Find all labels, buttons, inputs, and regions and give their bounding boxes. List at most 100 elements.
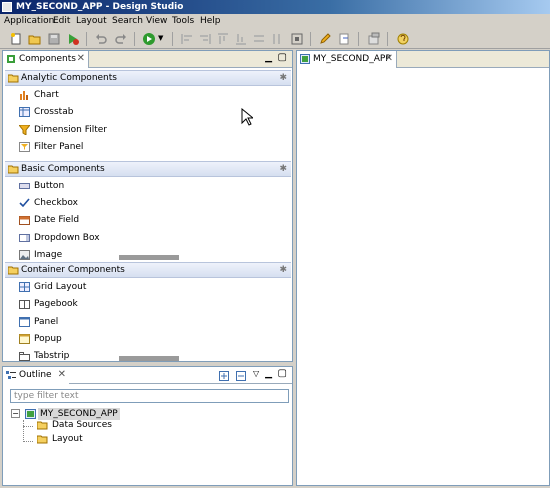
help-icon[interactable]: [396, 32, 410, 46]
close-icon[interactable]: ✕: [58, 367, 66, 383]
editor-tabbar: MY_SECOND_APP ✕: [297, 51, 549, 68]
tree-connector: [23, 420, 24, 442]
maximize-icon[interactable]: ▢: [278, 52, 287, 63]
component-crosstab[interactable]: Crosstab: [17, 104, 73, 120]
component-image[interactable]: Image: [17, 247, 62, 263]
component-label: Crosstab: [34, 107, 74, 117]
menu-layout[interactable]: Layout: [76, 16, 107, 26]
component-dropdown-box[interactable]: Dropdown Box: [17, 230, 100, 246]
component-dimension-filter[interactable]: Dimension Filter: [17, 122, 107, 138]
category-label: Analytic Components: [21, 73, 117, 83]
align-left-icon[interactable]: [180, 32, 194, 46]
components-tab-label: Components: [19, 54, 76, 64]
pin-icon[interactable]: ✱: [279, 162, 287, 177]
minimize-icon[interactable]: ▁: [265, 369, 272, 379]
category-container-components[interactable]: Container Components ✱: [5, 262, 291, 278]
component-date-field[interactable]: Date Field: [17, 212, 79, 228]
new-icon[interactable]: [9, 32, 23, 46]
menu-search[interactable]: Search: [112, 16, 143, 26]
same-height-icon[interactable]: [270, 32, 284, 46]
main-toolbar: ▼: [0, 29, 550, 49]
component-checkbox[interactable]: Checkbox: [17, 195, 78, 211]
tab-outline[interactable]: Outline ✕: [3, 367, 69, 384]
filter-icon: [19, 125, 30, 135]
minimize-icon[interactable]: ▁: [265, 53, 272, 63]
component-grid-layout[interactable]: Grid Layout: [17, 279, 86, 295]
components-tabbar: Components ✕ ▁ ▢: [3, 51, 292, 68]
component-label: Pagebook: [34, 299, 78, 309]
component-panel[interactable]: Panel: [17, 314, 58, 330]
tab-components[interactable]: Components ✕: [3, 51, 89, 68]
folder-icon: [37, 435, 48, 444]
outline-view: Outline ✕ ▽ ▁ ▢ type filter text − MY_SE…: [2, 366, 293, 486]
component-chart[interactable]: Chart: [17, 87, 59, 103]
app-icon: [2, 2, 12, 12]
category-analytic-components[interactable]: Analytic Components ✱: [5, 70, 291, 86]
canvas[interactable]: [297, 68, 549, 485]
component-label: Popup: [34, 334, 62, 344]
redo-icon[interactable]: [114, 32, 128, 46]
basic-scroll-indicator[interactable]: [119, 255, 179, 260]
component-tabstrip[interactable]: Tabstrip: [17, 348, 69, 364]
maximize-icon[interactable]: ▢: [278, 368, 287, 379]
component-button[interactable]: Button: [17, 178, 64, 194]
execute-icon[interactable]: [66, 32, 80, 46]
same-width-icon[interactable]: [252, 32, 266, 46]
component-label: Date Field: [34, 215, 80, 225]
components-icon: [7, 55, 15, 63]
toolbar-separator: [310, 32, 311, 46]
component-label: Image: [34, 250, 63, 260]
menu-edit[interactable]: Edit: [53, 16, 70, 26]
menu-help[interactable]: Help: [200, 16, 221, 26]
collapse-all-icon[interactable]: [236, 371, 246, 381]
menu-application[interactable]: Application: [4, 16, 54, 26]
component-pagebook[interactable]: Pagebook: [17, 296, 78, 312]
view-menu-icon[interactable]: ▽: [253, 369, 259, 378]
component-filter-panel[interactable]: Filter Panel: [17, 139, 83, 155]
run-icon[interactable]: [142, 32, 156, 46]
pin-icon[interactable]: ✱: [279, 263, 287, 278]
align-top-icon[interactable]: [216, 32, 230, 46]
button-icon: [19, 183, 30, 189]
menu-view[interactable]: View: [146, 16, 167, 26]
pencil-icon[interactable]: [318, 32, 332, 46]
component-label: Dropdown Box: [34, 233, 100, 243]
container-scroll-indicator[interactable]: [119, 356, 179, 361]
folder-open-icon: [8, 74, 19, 83]
close-icon[interactable]: ✕: [385, 51, 393, 67]
tree-node-data-sources[interactable]: Data Sources: [52, 419, 112, 431]
outline-tabbar: Outline ✕ ▽ ▁ ▢: [3, 367, 292, 384]
component-popup[interactable]: Popup: [17, 331, 62, 347]
outline-filter-input[interactable]: type filter text: [10, 389, 289, 403]
image-icon: [19, 250, 30, 260]
folder-open-icon: [8, 165, 19, 174]
filter-panel-icon: [19, 142, 30, 152]
tree-collapse-toggle[interactable]: −: [11, 409, 20, 418]
undo-icon[interactable]: [94, 32, 108, 46]
popup-icon: [19, 334, 30, 344]
open-icon[interactable]: [28, 32, 42, 46]
component-label: Checkbox: [34, 198, 78, 208]
close-icon[interactable]: ✕: [77, 51, 85, 67]
category-basic-components[interactable]: Basic Components ✱: [5, 161, 291, 177]
crosstab-icon: [19, 107, 30, 117]
tab-my-second-app[interactable]: MY_SECOND_APP ✕: [297, 51, 397, 68]
export-icon[interactable]: [337, 32, 351, 46]
tree-node-layout[interactable]: Layout: [52, 433, 83, 445]
app-tab-icon: [300, 54, 310, 64]
menu-bar: Application Edit Layout Search View Tool…: [0, 14, 550, 29]
run-dropdown-icon[interactable]: ▼: [158, 34, 172, 48]
chart-icon: [20, 91, 28, 100]
book-icon: [19, 300, 30, 309]
fit-icon[interactable]: [290, 32, 304, 46]
menu-tools[interactable]: Tools: [172, 16, 194, 26]
pin-icon[interactable]: ✱: [279, 71, 287, 86]
panel-icon: [19, 317, 30, 327]
component-label: Filter Panel: [34, 142, 84, 152]
properties-icon[interactable]: [367, 32, 381, 46]
align-bottom-icon[interactable]: [234, 32, 248, 46]
expand-all-icon[interactable]: [219, 371, 229, 381]
save-icon[interactable]: [47, 32, 61, 46]
tree-connector: [23, 426, 33, 427]
align-right-icon[interactable]: [198, 32, 212, 46]
